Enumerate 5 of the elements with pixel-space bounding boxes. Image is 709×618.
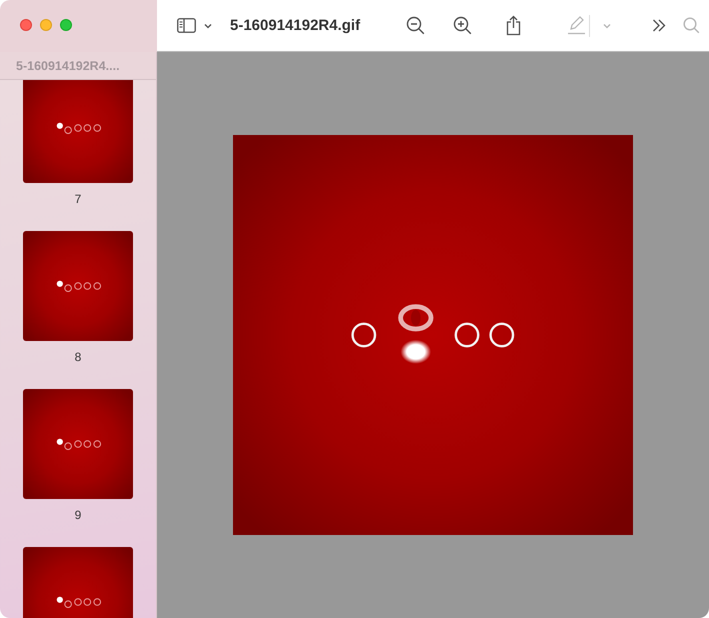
document-name: 5-160914192R4.... [0, 52, 156, 80]
page-number: 7 [74, 192, 82, 206]
page-number: 9 [74, 508, 82, 522]
page-number: 8 [74, 350, 82, 364]
window-title: 5-160914192R4.gif [230, 17, 360, 34]
